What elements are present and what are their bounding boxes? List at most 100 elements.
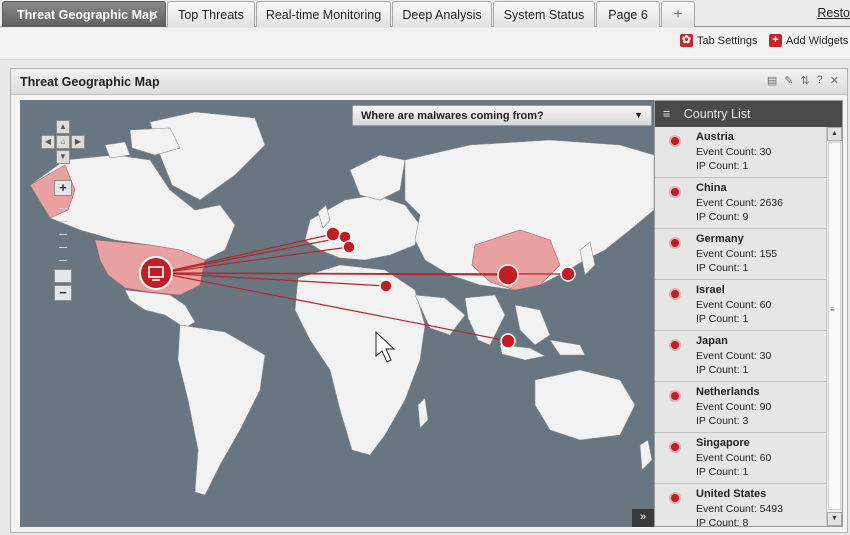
tab-label: Threat Geographic Map (17, 7, 157, 22)
ip-count: IP Count: 3 (696, 415, 749, 427)
tab-label: Deep Analysis (402, 7, 482, 22)
caret-down-icon: ▼ (634, 110, 643, 120)
country-name: United States (696, 488, 767, 500)
tab-system-status[interactable]: System Status (493, 1, 595, 27)
list-item[interactable]: Israel Event Count: 60 IP Count: 1 (655, 280, 826, 331)
list-item[interactable]: Singapore Event Count: 60 IP Count: 1 (655, 433, 826, 484)
scroll-grip-icon[interactable]: ≡ (830, 305, 835, 314)
zoom-control: + − (54, 180, 72, 301)
zoom-in-button[interactable]: + (54, 180, 72, 196)
pan-right-icon[interactable]: ▶ (71, 135, 85, 149)
ip-count: IP Count: 1 (696, 262, 749, 274)
marker-china (497, 264, 519, 286)
tab-label: Real-time Monitoring (265, 7, 382, 22)
scroll-track[interactable] (828, 142, 841, 510)
list-item[interactable]: China Event Count: 2636 IP Count: 9 (655, 178, 826, 229)
restore-link[interactable]: Resto (817, 6, 850, 20)
country-name: China (696, 182, 727, 194)
home-icon[interactable]: ⌂ (56, 135, 70, 149)
list-item[interactable]: Japan Event Count: 30 IP Count: 1 (655, 331, 826, 382)
event-count: Event Count: 30 (696, 146, 772, 158)
map-canvas (29, 111, 654, 496)
add-widgets-button[interactable]: + Add Widgets (769, 34, 848, 47)
gear-icon: ✿ (680, 34, 693, 47)
pan-down-icon[interactable]: ▼ (56, 150, 70, 164)
threat-dot-icon (671, 443, 679, 451)
tab-settings-button[interactable]: ✿ Tab Settings (680, 34, 758, 47)
world-map[interactable]: Where are malwares coming from? ▼ ▲ ◀ ⌂ … (20, 100, 654, 527)
menu-icon[interactable]: ≡ (663, 107, 670, 121)
widget-title: Threat Geographic Map (20, 75, 160, 89)
scroll-up-icon[interactable]: ▲ (827, 127, 842, 141)
event-count: Event Count: 5493 (696, 503, 783, 515)
dropdown-label: Where are malwares coming from? (361, 110, 544, 122)
question-dropdown[interactable]: Where are malwares coming from? ▼ (352, 105, 652, 126)
add-widgets-label: Add Widgets (786, 34, 849, 47)
add-icon: + (769, 34, 782, 47)
export-icon[interactable]: ▤ (767, 74, 777, 87)
tab-page-6[interactable]: Page 6 (596, 1, 660, 27)
toolbar: ✿ Tab Settings + Add Widgets (0, 28, 850, 60)
widget-header: Threat Geographic Map ▤ ✎ ⇅ ? ✕ (11, 69, 847, 95)
event-count: Event Count: 30 (696, 350, 772, 362)
list-item[interactable]: Germany Event Count: 155 IP Count: 1 (655, 229, 826, 280)
event-count: Event Count: 60 (696, 299, 772, 311)
tab-deep-analysis[interactable]: Deep Analysis (392, 1, 492, 27)
help-icon[interactable]: ? (817, 74, 823, 87)
ip-count: IP Count: 1 (696, 364, 749, 376)
country-name: Netherlands (696, 386, 760, 398)
threat-dot-icon (671, 494, 679, 502)
list-item[interactable]: Netherlands Event Count: 90 IP Count: 3 (655, 382, 826, 433)
country-list: Austria Event Count: 30 IP Count: 1 Chin… (655, 127, 826, 526)
close-icon[interactable]: ✕ (148, 7, 159, 23)
ip-count: IP Count: 9 (696, 211, 749, 223)
tab-threat-geographic-map[interactable]: Threat Geographic Map ✕ (2, 1, 166, 27)
refresh-icon[interactable]: ⇅ (800, 74, 809, 87)
tab-settings-label: Tab Settings (697, 34, 758, 47)
marker-japan (560, 266, 576, 282)
country-list-scrollbar[interactable]: ▲ ≡ ▼ (826, 127, 842, 526)
ip-count: IP Count: 1 (696, 313, 749, 325)
tab-label: System Status (503, 7, 585, 22)
tab-label: Top Threats (178, 7, 244, 22)
plus-icon: + (673, 5, 683, 23)
list-item[interactable]: United States Event Count: 5493 IP Count… (655, 484, 826, 526)
marker-austria (342, 240, 356, 254)
add-tab-button[interactable]: + (661, 1, 695, 27)
zoom-tick (59, 260, 67, 261)
zoom-slider-thumb[interactable] (54, 269, 72, 283)
pan-left-icon[interactable]: ◀ (41, 135, 55, 149)
ip-count: IP Count: 1 (696, 466, 749, 478)
country-name: Austria (696, 131, 734, 143)
zoom-tick (59, 221, 67, 222)
threat-dot-icon (671, 239, 679, 247)
event-count: Event Count: 90 (696, 401, 772, 413)
zoom-tick (59, 208, 67, 209)
tab-real-time-monitoring[interactable]: Real-time Monitoring (256, 1, 391, 27)
country-name: Singapore (696, 437, 750, 449)
event-count: Event Count: 2636 (696, 197, 783, 209)
threat-dot-icon (671, 392, 679, 400)
list-item[interactable]: Austria Event Count: 30 IP Count: 1 (655, 127, 826, 178)
country-list-header: ≡ Country List (655, 101, 842, 127)
scroll-down-icon[interactable]: ▼ (827, 512, 842, 526)
country-list-panel: ≡ Country List Austria Event Count: 30 I… (654, 100, 843, 527)
threat-map-widget: Threat Geographic Map ▤ ✎ ⇅ ? ✕ Where ar… (10, 68, 848, 533)
country-name: Germany (696, 233, 744, 245)
ip-count: IP Count: 1 (696, 160, 749, 172)
expand-button[interactable]: » (632, 509, 654, 527)
zoom-out-button[interactable]: − (54, 285, 72, 301)
threat-dot-icon (671, 137, 679, 145)
marker-israel (379, 279, 393, 293)
country-list-title: Country List (683, 107, 751, 121)
threat-dot-icon (671, 341, 679, 349)
event-count: Event Count: 155 (696, 248, 778, 260)
edit-icon[interactable]: ✎ (784, 74, 793, 87)
pan-up-icon[interactable]: ▲ (56, 120, 70, 134)
country-name: Israel (696, 284, 725, 296)
close-icon[interactable]: ✕ (830, 74, 839, 87)
land-masses (29, 111, 654, 496)
marker-singapore (500, 333, 516, 349)
threat-dot-icon (671, 188, 679, 196)
tab-top-threats[interactable]: Top Threats (167, 1, 255, 27)
